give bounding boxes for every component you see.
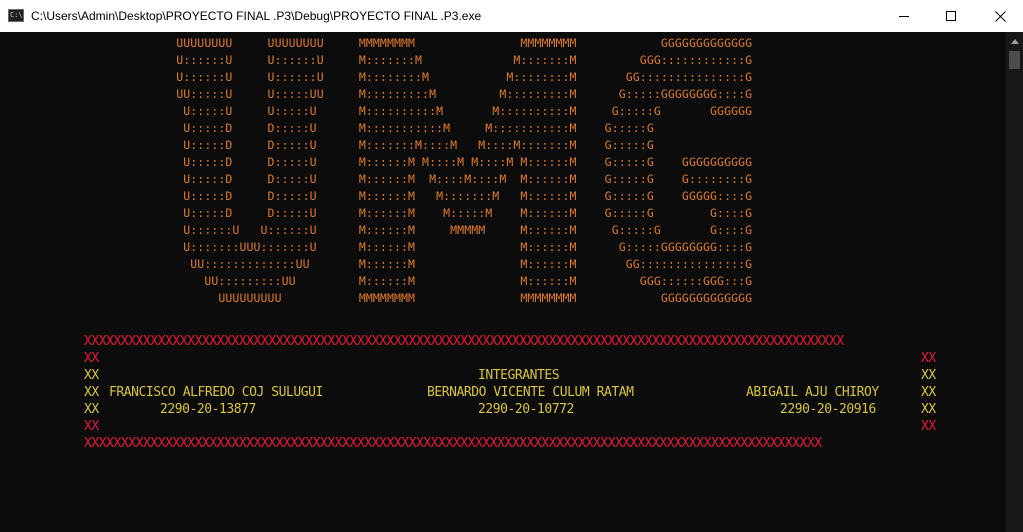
integrantes-heading: INTEGRANTES — [478, 368, 560, 383]
ascii-art-line: U:::::D D:::::U M::::::M M::::M::::M M::… — [106, 172, 753, 186]
box-side-right: XX — [921, 385, 936, 400]
member-name: ABIGAIL AJU CHIROY — [746, 385, 879, 400]
ascii-art-line: U:::::D D:::::U M::::::M M:::::M M::::::… — [106, 206, 753, 220]
scroll-thumb[interactable] — [1009, 51, 1020, 69]
ascii-art-line: U:::::U U:::::U M::::::::::M M::::::::::… — [106, 104, 753, 118]
ascii-art-line: U:::::D D:::::U M:::::::::::M M:::::::::… — [106, 121, 654, 135]
box-side-left: XX — [84, 368, 99, 383]
minimize-button[interactable] — [881, 0, 927, 32]
ascii-art-line: U:::::D D:::::U M::::::M M:::::::M M::::… — [106, 189, 753, 203]
member-id: 2290-20-13877 — [160, 402, 256, 417]
minimize-icon — [899, 16, 909, 17]
ascii-art-line: UU:::::U U:::::UU M:::::::::M M:::::::::… — [106, 87, 753, 101]
scroll-up-arrow-icon[interactable] — [1011, 39, 1019, 44]
box-side-right: XX — [921, 402, 936, 417]
close-button[interactable] — [977, 0, 1023, 32]
title-bar[interactable]: C:\ C:\Users\Admin\Desktop\PROYECTO FINA… — [0, 0, 1023, 32]
box-side-left: XX — [84, 385, 99, 400]
box-border-top: XXXXXXXXXXXXXXXXXXXXXXXXXXXXXXXXXXXXXXXX… — [84, 334, 844, 349]
window-title: C:\Users\Admin\Desktop\PROYECTO FINAL .P… — [31, 9, 482, 23]
box-side-right: XX — [921, 351, 936, 366]
member-id: 2290-20-20916 — [780, 402, 876, 417]
member-id: 2290-20-10772 — [478, 402, 574, 417]
ascii-art-line: U::::::U U::::::U M::::::::M M::::::::M … — [106, 70, 753, 84]
vertical-scrollbar[interactable] — [1006, 32, 1023, 532]
ascii-art-line: U::::::U U::::::U M:::::::M M:::::::M GG… — [106, 53, 753, 67]
ascii-art-line: U::::::U U::::::U M::::::M MMMMM M::::::… — [106, 223, 753, 237]
member-name: FRANCISCO ALFREDO COJ SULUGUI — [109, 385, 323, 400]
box-border-bottom: XXXXXXXXXXXXXXXXXXXXXXXXXXXXXXXXXXXXXXXX… — [84, 436, 822, 451]
ascii-art-line: UUUUUUUUU MMMMMMMM MMMMMMMM GGGGGGGGGGGG… — [106, 291, 753, 305]
box-side-right: XX — [921, 368, 936, 383]
console-window: C:\ C:\Users\Admin\Desktop\PROYECTO FINA… — [0, 0, 1023, 532]
box-side-left: XX — [84, 402, 99, 417]
console-app-icon: C:\ — [8, 9, 24, 22]
box-side-left: XX — [84, 351, 99, 366]
box-side-right: XX — [921, 419, 936, 434]
ascii-art-line: UU:::::::::UU M::::::M M::::::M GGG:::::… — [106, 274, 753, 288]
maximize-icon — [946, 11, 956, 21]
maximize-button[interactable] — [928, 0, 974, 32]
box-side-left: XX — [84, 419, 99, 434]
console-output[interactable]: UUUUUUUU UUUUUUUU MMMMMMMM MMMMMMMM GGGG… — [0, 32, 1006, 532]
ascii-art-line: UU:::::::::::::UU M::::::M M::::::M GG::… — [106, 257, 753, 271]
ascii-art-line: U:::::D D:::::U M::::::M M::::M M::::M M… — [106, 155, 753, 169]
ascii-art-line: U:::::::UUU:::::::U M::::::M M::::::M G:… — [106, 240, 753, 254]
ascii-art-line: UUUUUUUU UUUUUUUU MMMMMMMM MMMMMMMM GGGG… — [106, 36, 753, 50]
member-name: BERNARDO VICENTE CULUM RATAM — [427, 385, 634, 400]
ascii-art-line: U:::::D D:::::U M:::::::M::::M M::::M:::… — [106, 138, 654, 152]
close-icon — [994, 10, 1006, 22]
